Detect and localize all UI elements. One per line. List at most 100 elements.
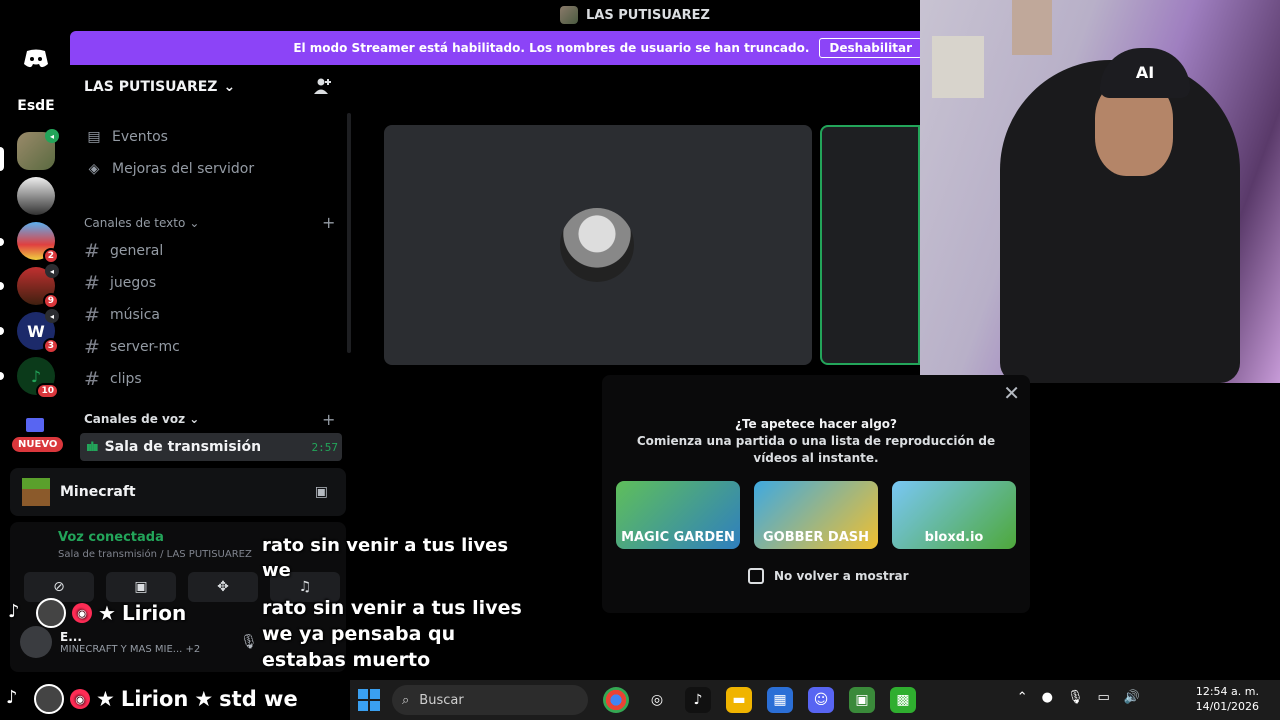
search-icon: ⌕	[402, 692, 410, 708]
channel-general[interactable]: # general	[84, 240, 163, 262]
search-placeholder: Buscar	[419, 692, 464, 708]
server-esde[interactable]: EsdE	[17, 87, 55, 125]
chrome-icon[interactable]	[603, 687, 629, 713]
hash-icon: #	[84, 336, 100, 358]
server-2[interactable]	[17, 177, 55, 215]
chat-line: rato sin venir a tus lives	[262, 597, 522, 619]
channel-label: juegos	[110, 275, 157, 291]
server-6[interactable]: ♪ 10	[17, 357, 59, 399]
modal-subtitle: Comienza una partida o una lista de repr…	[636, 434, 996, 465]
chevron-up-icon[interactable]: ⌃	[1017, 690, 1028, 705]
windows-start-icon[interactable]	[358, 689, 380, 711]
mic-icon[interactable]: 🎙	[1067, 690, 1084, 705]
tiktok-icon[interactable]: ♪	[685, 687, 711, 713]
game-bloxd[interactable]: bloxd.io	[892, 481, 1016, 549]
voice-active-icon: ◂	[45, 129, 59, 143]
volume-icon[interactable]: 🔊	[1124, 690, 1140, 705]
video-tile-main[interactable]	[384, 125, 812, 365]
extra-count: +2	[185, 643, 201, 655]
channel-sidebar: LAS PUTISUAREZ ⌄ ▤ Eventos ◈ Mejoras del…	[70, 65, 353, 465]
network-icon[interactable]: ▭	[1098, 690, 1110, 705]
channel-server-mc[interactable]: # server-mc	[84, 336, 180, 358]
star-icon: ★	[98, 601, 116, 625]
app-icon[interactable]: ▣	[849, 687, 875, 713]
server-header[interactable]: LAS PUTISUAREZ ⌄	[84, 79, 235, 95]
hash-icon: #	[84, 368, 100, 390]
file-explorer-icon[interactable]: ▬	[726, 687, 752, 713]
hash-icon: #	[84, 272, 100, 294]
game-gobber-dash[interactable]: GOBBER DASH	[754, 481, 878, 549]
invite-people-icon[interactable]	[314, 77, 334, 97]
mic-icon[interactable]: 🎙	[240, 634, 258, 650]
add-voice-channel-icon[interactable]: +	[322, 410, 335, 429]
add-text-channel-icon[interactable]: +	[322, 213, 335, 232]
channel-scrollbar[interactable]	[347, 113, 351, 353]
folder-icon[interactable]	[26, 418, 44, 432]
wall-poster	[932, 36, 984, 98]
chat-overlay-message: rato sin venir a tus lives we ya pensaba…	[262, 595, 522, 673]
wall-poster	[1012, 0, 1052, 55]
disable-streamer-button[interactable]: Deshabilitar	[819, 38, 922, 58]
chat-message: std we	[219, 687, 298, 711]
unread-pill	[0, 282, 4, 290]
events-item[interactable]: ▤ Eventos	[86, 129, 168, 145]
system-tray: ⌃ ● 🎙 ▭ 🔊	[1017, 690, 1140, 705]
server-boosts-item[interactable]: ◈ Mejoras del servidor	[86, 161, 255, 177]
activities-icon[interactable]: ✥	[188, 572, 258, 602]
category-label: Canales de voz	[84, 412, 186, 426]
server-4[interactable]: ◂ 9	[17, 264, 59, 309]
mention-badge: 3	[42, 338, 59, 354]
hash-icon: #	[84, 304, 100, 326]
voice-channel-sala[interactable]: ıılıı Sala de transmisión 2:57	[80, 433, 342, 461]
dont-show-again[interactable]: No volver a mostrar	[748, 568, 909, 584]
clock[interactable]: 12:54 a. m. 14/01/2026	[1196, 684, 1259, 714]
obs-icon[interactable]: ◎	[644, 687, 670, 713]
chat-overlay-bottom: ♪ ◉ ★ Lirion ★ std we	[6, 684, 298, 714]
minecraft-icon	[22, 478, 50, 506]
taskbar-search[interactable]: ⌕ Buscar	[392, 685, 588, 715]
game-magic-garden[interactable]: MAGIC GARDEN	[616, 481, 740, 549]
user-name: E...	[60, 629, 82, 644]
hash-icon: #	[84, 240, 100, 262]
avatar	[34, 684, 64, 714]
unread-pill	[0, 372, 4, 380]
windows-taskbar: ⌕ Buscar ◎ ♪ ▬ ▦ ☺ ▣ ▩ ⌃ ● 🎙 ▭ 🔊 12:54 a…	[350, 680, 1280, 720]
close-icon[interactable]: ✕	[1003, 381, 1020, 405]
server-icon	[560, 6, 578, 24]
server-3[interactable]: 2	[17, 222, 59, 264]
chat-overlay-top: rato sin venir a tus lives we	[262, 533, 522, 583]
tray-app-icon[interactable]: ●	[1042, 690, 1053, 705]
activity-suggestion-modal: ✕ ¿Te apetece hacer algo? Comienza una p…	[602, 375, 1030, 613]
channel-musica[interactable]: # música	[84, 304, 160, 326]
screen-share-icon[interactable]: ▣	[315, 484, 328, 500]
server-las-putisuarez[interactable]: ◂	[17, 129, 59, 170]
channel-juegos[interactable]: # juegos	[84, 272, 156, 294]
calendar-icon: ▤	[87, 129, 101, 145]
minecraft-icon[interactable]: ▩	[890, 687, 916, 713]
clock-time: 12:54 a. m.	[1195, 685, 1259, 698]
discord-home-icon[interactable]	[17, 40, 55, 78]
avatar	[36, 598, 66, 628]
activity-card[interactable]: Minecraft ▣	[10, 468, 346, 516]
server-5[interactable]: W ◂ 3	[17, 309, 59, 354]
voice-timer: 2:57	[311, 440, 339, 454]
speaker-icon: ◂	[45, 264, 59, 278]
mention-badge: 9	[42, 293, 59, 309]
dont-show-checkbox[interactable]	[748, 568, 764, 584]
channel-clips[interactable]: # clips	[84, 368, 142, 390]
user-panel[interactable]: E... MINECRAFT Y MAS MIE... +2	[20, 626, 200, 658]
video-tile-speaking[interactable]	[820, 125, 920, 365]
store-icon[interactable]: ▦	[767, 687, 793, 713]
avatar	[20, 626, 52, 658]
badge-icon: ◉	[70, 689, 90, 709]
mention-badge: 2	[42, 248, 59, 264]
voice-channels-category[interactable]: Canales de voz ⌄	[84, 412, 199, 426]
chat-username: Lirion	[121, 601, 187, 625]
category-label: Canales de texto	[84, 216, 186, 230]
boost-icon: ◈	[88, 161, 100, 177]
chat-username: Lirion	[120, 687, 189, 711]
text-channels-category[interactable]: Canales de texto ⌄	[84, 216, 199, 230]
discord-icon[interactable]: ☺	[808, 687, 834, 713]
channel-label: música	[110, 307, 160, 323]
checkbox-label: No volver a mostrar	[774, 569, 909, 583]
